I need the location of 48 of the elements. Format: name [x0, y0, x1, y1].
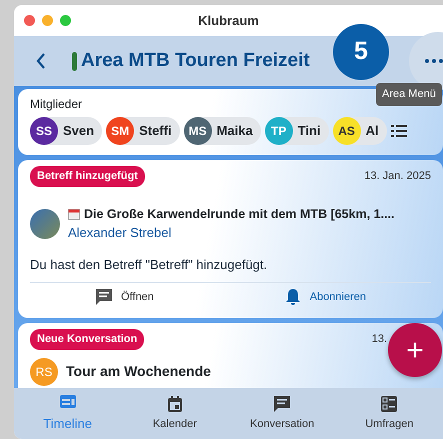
member-avatar: SM — [106, 117, 134, 145]
calendar-icon — [166, 394, 184, 413]
nav-tab[interactable]: Kalender — [121, 388, 228, 439]
member-chip[interactable]: TP Tini — [264, 117, 329, 145]
date-text: 13. Jan. 2025 — [364, 169, 431, 184]
member-avatar: TP — [264, 117, 293, 145]
list-icon — [380, 394, 398, 413]
tooltip: Area Menü — [376, 83, 442, 106]
chat-icon — [273, 394, 292, 413]
member-chip[interactable]: SM Steffi — [106, 117, 180, 145]
area-title: Area MTB Touren Freizeit — [81, 48, 310, 73]
members-label: Mitglieder — [30, 96, 84, 113]
nav-tab[interactable]: Konversation — [228, 388, 336, 439]
member-name: Steffi — [139, 122, 172, 140]
event-title: Die Große Karwendelrunde mit dem MTB [65km, 1.... — [84, 206, 394, 223]
member-chip[interactable]: AS Al — [332, 117, 387, 145]
avatar-initials: RS — [30, 358, 58, 386]
member-name: Tini — [298, 122, 321, 140]
member-avatar: SS — [30, 117, 58, 145]
bell-icon — [284, 288, 302, 306]
chat-icon — [94, 288, 113, 306]
member-avatar: MS — [184, 117, 212, 145]
message-text: Du hast den Betreff "Betreff" hinzugefügt. — [30, 256, 268, 274]
status-bar-icon — [72, 52, 77, 70]
window-title: Klubraum — [198, 12, 259, 30]
minimize-icon[interactable] — [42, 15, 53, 26]
back-icon — [36, 52, 46, 69]
member-avatar: AS — [332, 117, 361, 145]
avatar-photo — [30, 208, 60, 239]
member-name: Al — [366, 122, 379, 140]
action-button[interactable]: Öffnen — [88, 287, 160, 308]
member-name: Maika — [216, 122, 253, 140]
zoom-icon[interactable] — [60, 15, 71, 26]
action-button[interactable]: Abonnieren — [278, 287, 372, 308]
member-chip[interactable]: MS Maika — [184, 117, 261, 145]
member-chip[interactable]: SS Sven — [30, 117, 102, 145]
nav-tab[interactable]: Umfragen — [336, 388, 443, 439]
author-link[interactable]: Alexander Strebel — [68, 223, 394, 243]
more-icon — [425, 59, 443, 63]
step-badge: 5 — [333, 24, 389, 80]
date-text: 13. — [372, 332, 387, 347]
member-name: Sven — [63, 122, 94, 140]
conversation-title: Tour am Wochenende — [66, 362, 211, 381]
list-icon — [390, 125, 407, 137]
event-tag: Betreff hinzugefügt — [30, 166, 145, 186]
calendar-icon — [68, 208, 80, 220]
event-tag: Neue Konversation — [30, 329, 144, 350]
close-icon[interactable] — [24, 15, 35, 26]
